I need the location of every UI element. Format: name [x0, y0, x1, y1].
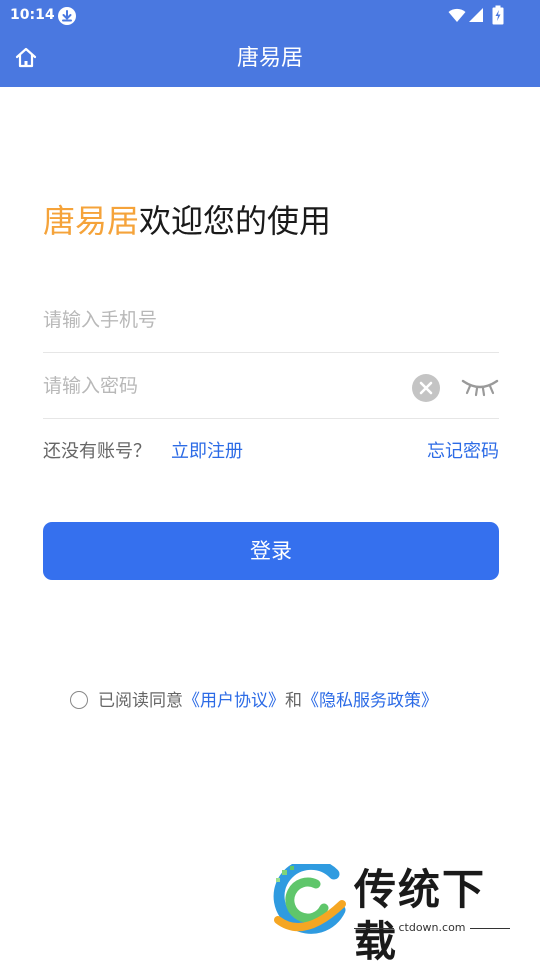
download-icon	[58, 7, 76, 25]
watermark-logo-icon	[273, 864, 346, 934]
signal-icon	[469, 8, 483, 22]
status-bar: 10:14	[0, 0, 540, 32]
agreement-prefix: 已阅读同意	[98, 691, 183, 711]
user-agreement-link[interactable]: 《用户协议》	[183, 691, 285, 711]
welcome-text: 欢迎您的使用	[139, 202, 332, 240]
password-field	[43, 354, 499, 419]
agreement-radio[interactable]	[70, 691, 88, 709]
welcome-brand: 唐易居	[43, 202, 140, 240]
forgot-password-link[interactable]: 忘记密码	[427, 438, 499, 466]
agreement-and: 和	[285, 691, 302, 711]
phone-input[interactable]	[43, 302, 383, 338]
app-header: 10:14 唐易居	[0, 0, 540, 87]
register-link[interactable]: 立即注册	[171, 438, 243, 466]
agreement-row: 已阅读同意《用户协议》和《隐私服务政策》	[70, 688, 438, 714]
account-links-row: 还没有账号？ 立即注册 忘记密码	[43, 438, 499, 468]
phone-field	[43, 288, 499, 353]
battery-charging-icon	[492, 5, 504, 25]
page-title: 唐易居	[236, 46, 303, 71]
watermark-subtext: ctdown.com	[354, 920, 510, 936]
login-button[interactable]: 登录	[43, 522, 499, 580]
clear-icon[interactable]	[411, 373, 441, 403]
eye-closed-icon[interactable]	[461, 376, 499, 398]
password-input[interactable]	[43, 368, 383, 404]
watermark-text: 传统下载	[354, 865, 487, 966]
watermark: 传统下载 ctdown.com	[268, 860, 518, 966]
status-time: 10:14	[10, 7, 55, 23]
privacy-policy-link[interactable]: 《隐私服务政策》	[302, 691, 438, 711]
wifi-icon	[448, 8, 466, 22]
no-account-text: 还没有账号？	[43, 441, 151, 462]
welcome-heading: 唐易居欢迎您的使用	[43, 197, 331, 245]
